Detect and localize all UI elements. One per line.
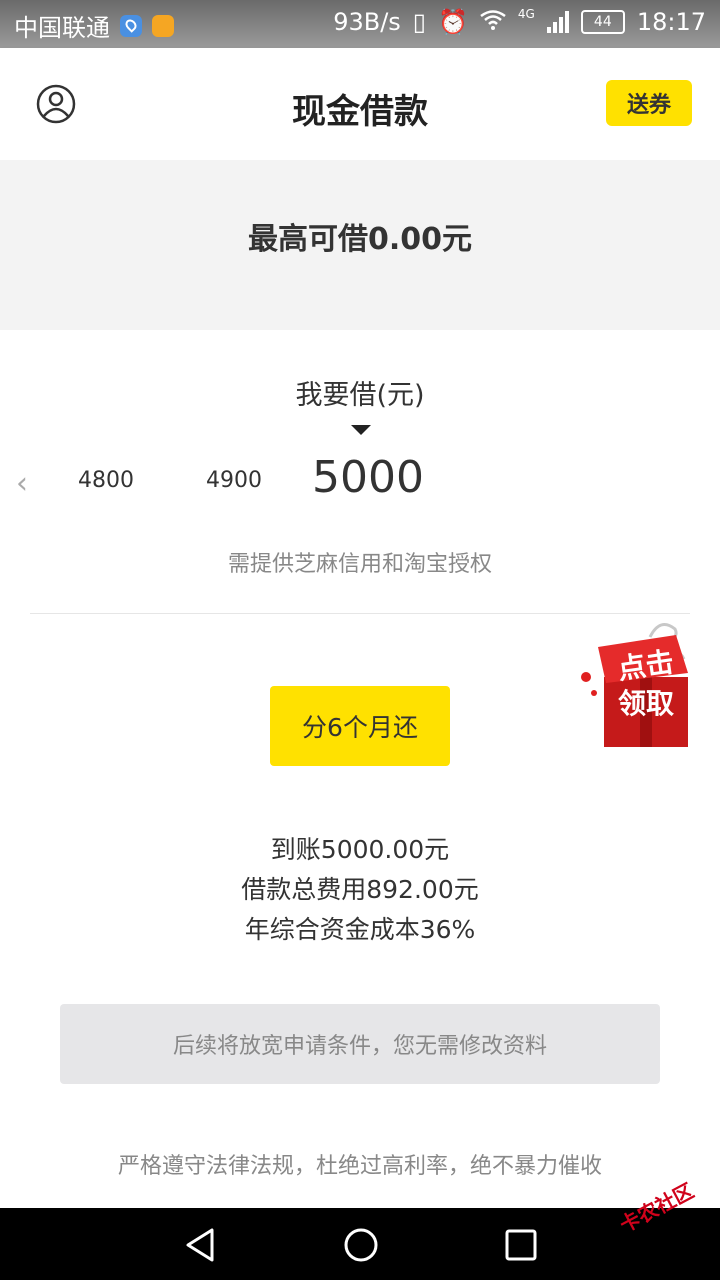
amount-selected[interactable]: 5000 bbox=[312, 452, 424, 503]
divider bbox=[30, 613, 690, 614]
wifi-icon bbox=[480, 8, 506, 36]
coupon-button[interactable]: 送券 bbox=[606, 80, 692, 126]
promo-line2: 领取 bbox=[618, 687, 674, 720]
back-icon[interactable] bbox=[182, 1226, 220, 1264]
home-icon[interactable] bbox=[342, 1226, 380, 1264]
picker-pointer-icon bbox=[351, 425, 371, 435]
amount-option-4800[interactable]: 4800 bbox=[78, 468, 134, 493]
clock: 18:17 bbox=[636, 8, 706, 36]
gift-promo-button[interactable]: 点击 领取 bbox=[580, 617, 702, 749]
network-type: 4G bbox=[517, 7, 535, 21]
received-amount: 到账5000.00元 bbox=[270, 835, 450, 864]
vibrate-icon: ▯ bbox=[412, 8, 426, 36]
carrier-label: 中国联通 bbox=[14, 14, 110, 42]
annual-cost: 年综合资金成本36% bbox=[244, 915, 476, 944]
signal-icon bbox=[546, 11, 569, 33]
auth-requirement-note: 需提供芝麻信用和淘宝授权 bbox=[227, 552, 492, 577]
alarm-icon: ⏰ bbox=[438, 8, 468, 36]
recent-apps-icon[interactable] bbox=[502, 1226, 540, 1264]
total-fee: 借款总费用892.00元 bbox=[241, 875, 479, 904]
chevron-left-icon[interactable]: ‹ bbox=[16, 466, 28, 501]
system-nav-bar bbox=[0, 1208, 720, 1280]
battery-icon: 44 bbox=[580, 10, 625, 34]
app-header: 现金借款 送券 bbox=[0, 48, 720, 160]
notice-button[interactable]: 后续将放宽申请条件，您无需修改资料 bbox=[60, 1004, 660, 1084]
amount-option-4900[interactable]: 4900 bbox=[206, 468, 262, 493]
repay-plan-button[interactable]: 分6个月还 bbox=[270, 686, 450, 766]
max-borrow-panel: 最高可借0.00元 bbox=[0, 160, 720, 330]
shopping-bag-icon bbox=[152, 14, 174, 37]
gift-box-icon: 点击 领取 bbox=[581, 623, 688, 747]
location-icon bbox=[120, 14, 142, 37]
max-borrow-amount: 最高可借0.00元 bbox=[247, 222, 473, 257]
status-bar: 中国联通 93B/s ▯ ⏰ 4G 44 18:17 bbox=[0, 0, 720, 48]
borrow-label: 我要借(元) bbox=[295, 380, 425, 411]
net-speed: 93B/s bbox=[333, 8, 401, 36]
compliance-note: 严格遵守法律法规，杜绝过高利率，绝不暴力催收 bbox=[117, 1154, 602, 1179]
